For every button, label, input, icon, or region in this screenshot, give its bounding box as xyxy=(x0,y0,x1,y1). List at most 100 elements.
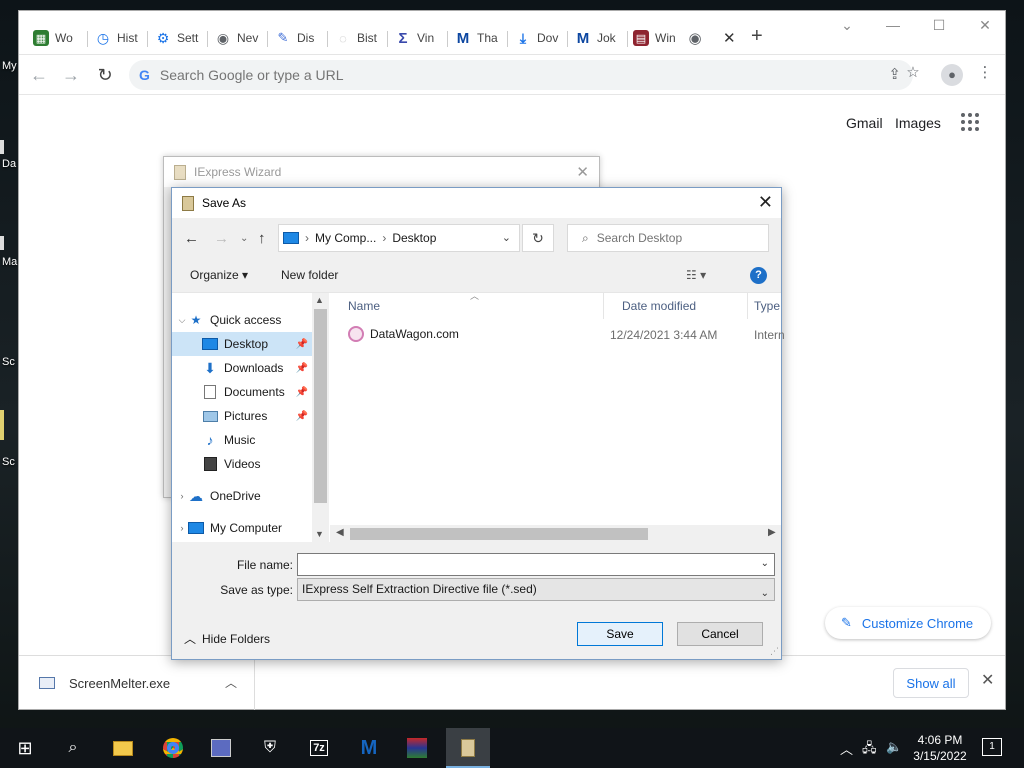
bookmark-star-icon[interactable]: ☆ xyxy=(901,63,925,81)
show-all-button[interactable]: Show all xyxy=(893,668,969,698)
omnibox[interactable]: G ⇪ xyxy=(129,60,913,90)
tab-winrar[interactable]: ▤ Win xyxy=(633,25,681,51)
tray-chevron-up-icon[interactable]: ︿ xyxy=(840,739,853,758)
apps-grid-icon[interactable] xyxy=(961,113,979,131)
iexpress-close-icon[interactable]: ✕ xyxy=(576,163,589,181)
windows-start-icon[interactable]: ⊞ xyxy=(12,736,38,760)
omnibox-input[interactable] xyxy=(159,67,800,83)
chevron-down-icon[interactable]: ⌄ xyxy=(502,231,511,244)
desktop-file-icon[interactable] xyxy=(0,236,4,250)
tab-dis[interactable]: ✎ Dis xyxy=(275,25,323,51)
address-bar[interactable]: › My Comp... › Desktop ⌄ xyxy=(278,224,520,252)
tab-tha[interactable]: M Tha xyxy=(455,25,503,51)
file-explorer-icon[interactable] xyxy=(110,736,136,760)
refresh-button[interactable]: ↻ xyxy=(522,224,554,252)
maximize-button[interactable]: ☐ xyxy=(929,17,949,34)
save-as-close-icon[interactable]: ✕ xyxy=(758,192,773,213)
share-icon[interactable]: ⇪ xyxy=(888,65,901,83)
images-link[interactable]: Images xyxy=(895,115,941,131)
close-download-bar-icon[interactable]: ✕ xyxy=(981,670,994,690)
tab-active-new-tab[interactable]: ◉ ✕ xyxy=(683,25,743,51)
nav-documents[interactable]: Documents 📌 xyxy=(172,380,312,404)
recent-locations-icon[interactable]: ⌄ xyxy=(240,233,248,244)
desktop-file-icon[interactable] xyxy=(0,410,4,440)
chevron-down-icon[interactable]: ⌄ xyxy=(761,583,769,604)
nav-pane-scrollbar[interactable]: ▲ ▼ xyxy=(312,293,329,543)
volume-icon[interactable]: 🔈 xyxy=(886,739,902,755)
tab-bist[interactable]: ◌ Bist xyxy=(335,25,383,51)
nav-onedrive[interactable]: › ☁ OneDrive xyxy=(172,484,312,508)
winrar-icon[interactable] xyxy=(404,736,430,760)
expand-arrow-icon[interactable]: ⌵ xyxy=(176,315,188,326)
collapse-arrow-icon[interactable]: › xyxy=(176,523,188,533)
menu-kebab-icon[interactable]: ⋮ xyxy=(973,63,997,81)
scrollbar-thumb[interactable] xyxy=(314,309,327,503)
scroll-down-icon[interactable]: ▼ xyxy=(315,529,324,539)
chevron-up-icon[interactable]: ︿ xyxy=(225,674,237,691)
tab-downloads[interactable]: ⤓ Dov xyxy=(515,25,563,51)
security-shield-icon[interactable]: ⛨ xyxy=(257,736,283,760)
scroll-up-icon[interactable]: ▲ xyxy=(315,295,324,305)
desktop-file-icon[interactable] xyxy=(0,140,4,154)
help-icon[interactable]: ? xyxy=(750,267,767,284)
tab-history[interactable]: ◷ Hist xyxy=(95,25,143,51)
resize-grip-icon[interactable]: ⋰ xyxy=(770,646,779,657)
breadcrumb-my-computer[interactable]: My Comp... xyxy=(315,231,376,245)
clock[interactable]: 4:06 PM 3/15/2022 xyxy=(908,732,972,764)
close-window-button[interactable]: ✕ xyxy=(975,17,995,34)
tab-search-icon[interactable]: ⌄ xyxy=(837,17,857,34)
save-type-select[interactable]: IExpress Self Extraction Directive file … xyxy=(297,578,775,601)
forward-arrow-icon[interactable]: → xyxy=(214,230,229,247)
new-tab-button[interactable]: + xyxy=(751,25,763,48)
back-arrow-icon[interactable]: ← xyxy=(184,230,199,247)
file-name-combobox[interactable]: ⌄ xyxy=(297,553,775,576)
control-panel-icon[interactable] xyxy=(208,736,234,760)
notification-center-icon[interactable]: 1 xyxy=(982,738,1002,756)
minimize-button[interactable]: — xyxy=(883,17,903,33)
column-header-date[interactable]: Date modified xyxy=(604,293,748,319)
tab-jok[interactable]: M Jok xyxy=(575,25,623,51)
up-arrow-icon[interactable]: ↑ xyxy=(258,230,266,247)
chevron-down-icon[interactable]: ⌄ xyxy=(761,558,769,569)
chrome-icon[interactable] xyxy=(160,736,186,760)
file-row[interactable]: DataWagon.com xyxy=(348,323,459,345)
search-box[interactable]: ⌕ xyxy=(567,224,769,252)
search-icon[interactable]: ⌕ xyxy=(60,736,86,760)
7zip-icon[interactable]: 7z xyxy=(306,736,332,760)
customize-chrome-button[interactable]: ✎ Customize Chrome xyxy=(825,607,991,639)
column-header-type[interactable]: Type xyxy=(748,293,788,319)
tab-worksheet[interactable]: ▦ Wo xyxy=(33,25,83,51)
download-item[interactable]: ScreenMelter.exe ︿ xyxy=(19,656,255,710)
nav-desktop[interactable]: Desktop 📌 xyxy=(172,332,312,356)
view-options-icon[interactable]: ☷ ▾ xyxy=(686,268,706,282)
nav-downloads[interactable]: ⬇ Downloads 📌 xyxy=(172,356,312,380)
forward-button[interactable]: → xyxy=(59,64,83,86)
collapse-arrow-icon[interactable]: › xyxy=(176,491,188,501)
profile-avatar[interactable]: ● xyxy=(941,64,963,86)
nav-quick-access[interactable]: ⌵ ★ Quick access xyxy=(172,308,312,332)
hide-folders-button[interactable]: ︿ Hide Folders xyxy=(184,630,270,647)
file-name-input[interactable] xyxy=(298,554,738,574)
nav-videos[interactable]: Videos xyxy=(172,452,312,476)
breadcrumb-desktop[interactable]: Desktop xyxy=(392,231,436,245)
organize-button[interactable]: Organize ▾ xyxy=(190,268,248,282)
tab-settings[interactable]: ⚙ Sett xyxy=(155,25,203,51)
nav-pictures[interactable]: Pictures 📌 xyxy=(172,404,312,428)
save-button[interactable]: Save xyxy=(577,622,663,646)
scroll-right-icon[interactable]: ▶ xyxy=(768,527,776,538)
column-header-name[interactable]: Name ︿ xyxy=(330,291,604,319)
back-button[interactable]: ← xyxy=(27,64,51,86)
network-icon[interactable]: 🖧 xyxy=(862,739,877,761)
gmail-link[interactable]: Gmail xyxy=(846,115,883,131)
nav-my-computer[interactable]: › My Computer xyxy=(172,516,312,540)
cancel-button[interactable]: Cancel xyxy=(677,622,763,646)
scroll-left-icon[interactable]: ◀ xyxy=(336,527,344,538)
search-input[interactable] xyxy=(596,231,747,245)
file-list-scrollbar[interactable]: ◀ ▶ xyxy=(330,525,781,543)
malwarebytes-icon[interactable]: M xyxy=(356,736,382,760)
tab-vin[interactable]: Σ Vin xyxy=(395,25,443,51)
new-folder-button[interactable]: New folder xyxy=(281,268,338,282)
close-tab-icon[interactable]: ✕ xyxy=(723,29,736,47)
reload-button[interactable]: ↻ xyxy=(93,64,117,86)
tab-new-tab[interactable]: ◉ Nev xyxy=(215,25,263,51)
